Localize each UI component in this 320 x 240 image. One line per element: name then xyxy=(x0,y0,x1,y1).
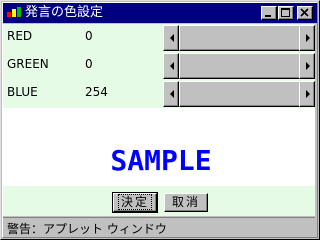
button-bar xyxy=(3,186,315,216)
maximize-icon xyxy=(281,8,290,17)
scroll-right-button[interactable] xyxy=(299,53,315,79)
green-scrollbar[interactable] xyxy=(163,53,315,79)
applet-warning-bar: 警告：アプレット ウィンドウ xyxy=(3,217,315,237)
color-label: RED xyxy=(7,29,33,43)
red-scrollbar[interactable] xyxy=(163,25,315,51)
scroll-left-button[interactable] xyxy=(163,25,179,51)
color-row-green: GREEN 0 xyxy=(3,52,315,80)
scroll-thumb[interactable] xyxy=(179,53,305,79)
ok-button-label: 決定 xyxy=(117,194,152,210)
color-row-blue: BLUE 254 xyxy=(3,80,315,108)
arrow-right-icon xyxy=(306,90,310,98)
scroll-left-button[interactable] xyxy=(163,81,179,107)
scroll-thumb[interactable] xyxy=(179,25,305,51)
color-settings-panel: RED 0 GREEN 0 BLUE 254 xyxy=(3,24,315,108)
arrow-left-icon xyxy=(170,62,174,70)
color-label: BLUE xyxy=(7,85,38,99)
close-icon xyxy=(300,8,309,17)
color-row-red: RED 0 xyxy=(3,24,315,52)
sample-text: SAMPLE xyxy=(110,144,212,177)
color-label: GREEN xyxy=(7,57,49,71)
ok-button[interactable]: 決定 xyxy=(112,192,158,213)
minimize-icon xyxy=(265,15,271,17)
close-button[interactable] xyxy=(297,6,313,20)
scroll-left-button[interactable] xyxy=(163,53,179,79)
minimize-button[interactable] xyxy=(261,6,277,20)
window-title: 発言の色設定 xyxy=(25,5,104,20)
arrow-left-icon xyxy=(170,34,174,42)
cancel-button-label: 取消 xyxy=(171,195,200,209)
color-value: 0 xyxy=(85,29,93,43)
java-applet-icon xyxy=(7,7,21,17)
color-value: 0 xyxy=(85,57,93,71)
scroll-right-button[interactable] xyxy=(299,25,315,51)
color-value: 254 xyxy=(85,85,108,99)
cancel-button[interactable]: 取消 xyxy=(164,193,208,212)
status-text: 警告：アプレット ウィンドウ xyxy=(7,222,167,236)
maximize-button[interactable] xyxy=(278,6,294,20)
arrow-right-icon xyxy=(306,62,310,70)
arrow-right-icon xyxy=(306,34,310,42)
arrow-left-icon xyxy=(170,90,174,98)
scroll-thumb[interactable] xyxy=(179,81,305,107)
scroll-right-button[interactable] xyxy=(299,81,315,107)
applet-window: 発言の色設定 RED 0 GREEN 0 BLUE 254 SAMPLE 決定 … xyxy=(0,0,320,240)
title-bar[interactable]: 発言の色設定 xyxy=(3,3,317,23)
blue-scrollbar[interactable] xyxy=(163,81,315,107)
